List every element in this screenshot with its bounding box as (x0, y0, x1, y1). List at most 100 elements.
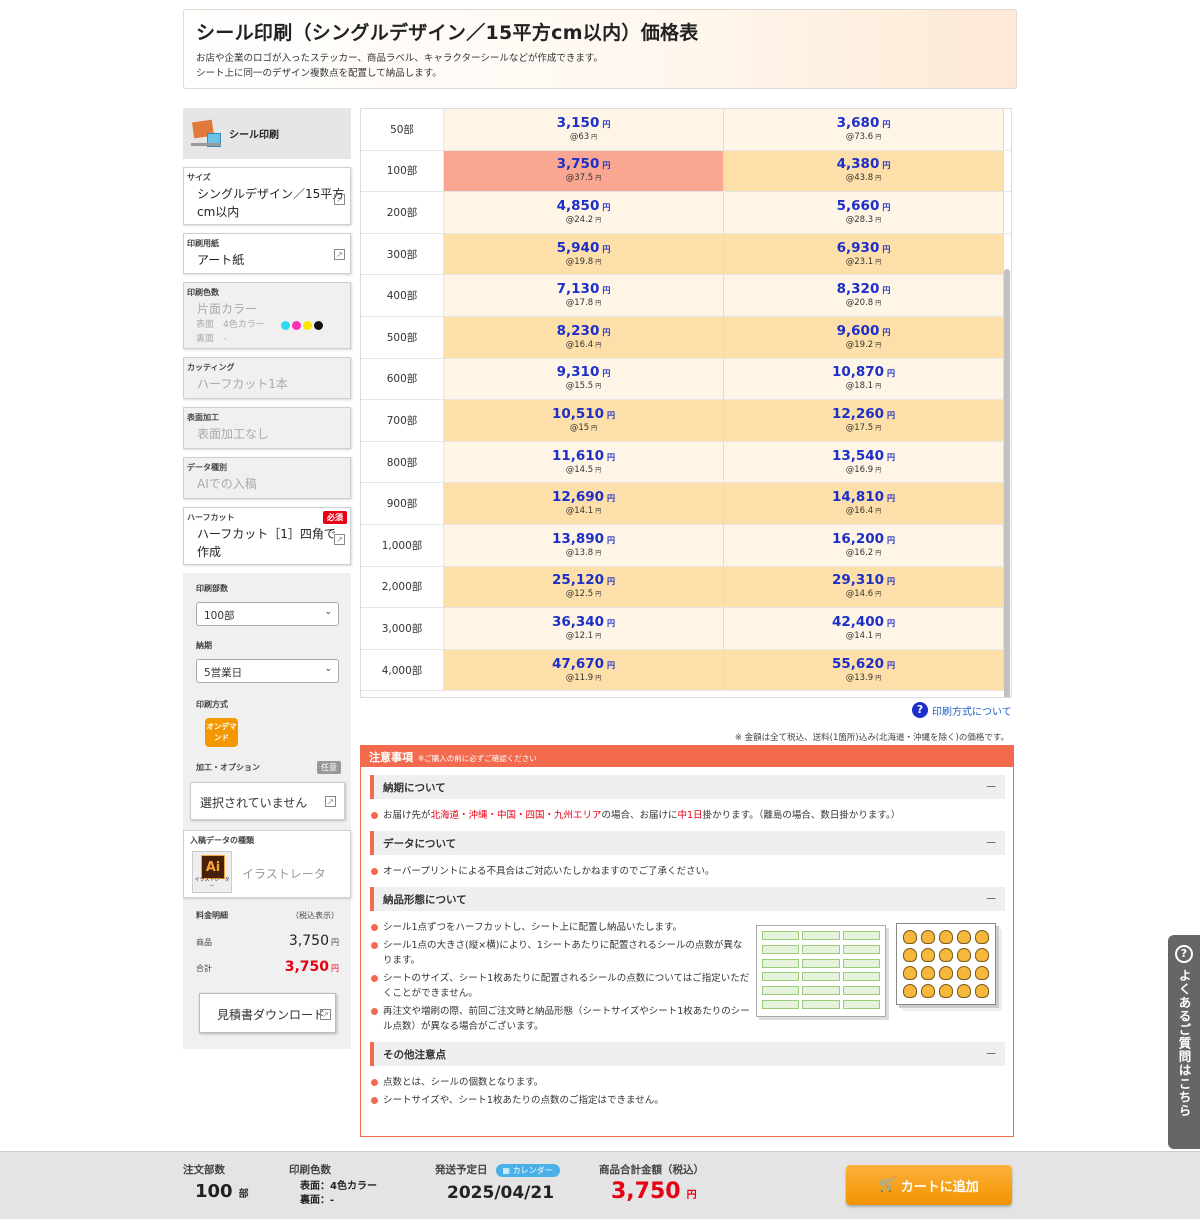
external-link-icon: ↗ (325, 796, 336, 807)
faq-side-tab[interactable]: ? よくあるご質問はこちら (1168, 935, 1200, 1149)
order-settings-panel: 印刷部数 100部 ⌄ 納期 5営業日 ⌄ 印刷方式 オンデマンド 加工・オプシ… (183, 573, 351, 1049)
price-cell-option[interactable]: 12,260 円 @17.5 円 (724, 400, 1004, 441)
page-title: シール印刷（シングルデザイン／15平方cm以内）価格表 (196, 22, 699, 44)
price-value: 7,130 円 (556, 281, 611, 298)
external-link-icon: ↗ (320, 1009, 331, 1020)
yen-unit: 円 (331, 964, 339, 973)
product-title: シール印刷 (229, 130, 279, 141)
price-cell-option[interactable]: 55,620 円 @13.9 円 (724, 649, 1004, 691)
unit-price: @18.1 円 (845, 381, 882, 392)
unit-price: @23.1 円 (845, 256, 882, 267)
unit-price: @37.5 円 (565, 173, 602, 184)
character-sticker (903, 930, 917, 944)
price-cell-option[interactable]: 3,680 円 @73.6 円 (724, 109, 1004, 150)
price-value: 3,150 円 (556, 114, 611, 131)
price-cell-color[interactable]: 9,310 円 @15.5 円 (444, 358, 724, 400)
unit-price: @11.9 円 (565, 672, 602, 683)
price-cell-option[interactable]: 16,200 円 @16.2 円 (724, 524, 1004, 566)
price-cell-option[interactable]: 29,310 円 @14.6 円 (724, 566, 1004, 608)
price-cell-color[interactable]: 36,340 円 @12.1 円 (444, 608, 724, 649)
price-value: 4,850 円 (556, 197, 611, 214)
section-toggle-delivery-form[interactable]: 納品形態について － (370, 887, 1005, 911)
unit-price: @14.5 円 (565, 464, 602, 475)
item-price: 3,750 (288, 933, 329, 949)
collapse-icon: － (984, 780, 997, 794)
price-cell-option[interactable]: 6,930 円 @23.1 円 (724, 233, 1004, 275)
section-toggle-other[interactable]: その他注意点 － (370, 1042, 1005, 1066)
table-scrollbar[interactable] (1004, 269, 1010, 697)
processing-option-button[interactable]: 選択されていません ↗ (190, 782, 345, 820)
quote-download-button[interactable]: 見積書ダウンロード ↗ (199, 993, 336, 1033)
cmyk-dots-icon (280, 320, 323, 330)
external-link-icon: ↗ (334, 534, 345, 545)
character-sticker (975, 984, 989, 998)
color-caption: 印刷色数 (187, 288, 219, 297)
price-cell-color[interactable]: 7,130 円 @17.8 円 (444, 275, 724, 316)
price-cell-color[interactable]: 4,850 円 @24.2 円 (444, 192, 724, 233)
character-sticker (975, 966, 989, 980)
add-to-cart-button[interactable]: 🛒 カートに追加 (846, 1165, 1012, 1205)
calendar-button[interactable]: ▦ カレンダー (495, 1164, 560, 1177)
unit-price: @24.2 円 (565, 214, 602, 225)
price-cell-color[interactable]: 8,230 円 @16.4 円 (444, 316, 724, 358)
price-cell-option[interactable]: 9,600 円 @19.2 円 (724, 316, 1004, 358)
price-cell-color[interactable]: 10,510 円 @15 円 (444, 400, 724, 441)
label-sticker (762, 972, 800, 982)
collapse-icon: － (984, 836, 997, 850)
table-row: 2,000部 25,120 円 @12.5 円 29,310 円 @14.6 円 (361, 566, 1011, 609)
section-toggle-data[interactable]: データについて － (370, 831, 1005, 855)
price-cell-option[interactable]: 42,400 円 @14.1 円 (724, 608, 1004, 649)
label-sticker (802, 931, 840, 940)
price-cell-color[interactable]: 3,750 円 @37.5 円 (444, 150, 724, 192)
price-value: 9,600 円 (836, 322, 891, 339)
price-cell-option[interactable]: 10,870 円 @18.1 円 (724, 358, 1004, 400)
external-link-icon: ↗ (334, 194, 345, 205)
price-cell-color[interactable]: 47,670 円 @11.9 円 (444, 649, 724, 691)
size-value: シングルデザイン／15平方cm以内 (197, 187, 345, 219)
footer-total-label: 商品合計金額（税込） (599, 1164, 704, 1176)
price-value: 11,610 円 (551, 447, 616, 464)
paper-caption: 印刷用紙 (187, 239, 219, 248)
price-value: 36,340 円 (551, 613, 616, 630)
qty-cell: 2,000部 (361, 566, 444, 608)
character-sticker (903, 948, 917, 962)
list-item: 点数とは、シールの個数となります。 (370, 1075, 1005, 1090)
due-caption: 納期 (196, 641, 212, 650)
price-cell-color[interactable]: 3,150 円 @63 円 (444, 109, 724, 150)
option-paper[interactable]: 印刷用紙 アート紙 ↗ (183, 233, 351, 274)
table-row: 400部 7,130 円 @17.8 円 8,320 円 @20.8 円 (361, 275, 1011, 317)
table-row: 200部 4,850 円 @24.2 円 5,660 円 @28.3 円 (361, 192, 1011, 234)
price-cell-color[interactable]: 13,890 円 @13.8 円 (444, 524, 724, 566)
price-cell-color[interactable]: 25,120 円 @12.5 円 (444, 566, 724, 608)
price-cell-color[interactable]: 12,690 円 @14.1 円 (444, 483, 724, 524)
section-toggle-delivery[interactable]: 納期について － (370, 775, 1005, 799)
due-select[interactable]: 5営業日 ⌄ (196, 659, 339, 683)
price-cell-color[interactable]: 5,940 円 @19.8 円 (444, 233, 724, 275)
notes-section-data: データについて － オーバープリントによる不具合はご対応いたしかねますのでご了承… (370, 831, 1005, 879)
table-row: 1,000部 13,890 円 @13.8 円 16,200 円 @16.2 円 (361, 524, 1011, 567)
cutting-caption: カッティング (187, 363, 235, 372)
print-method-help-link[interactable]: ? 印刷方式について (912, 702, 1012, 718)
halfcut-value: ハーフカット［1］四角で作成 (197, 527, 336, 559)
price-value: 12,260 円 (831, 405, 896, 422)
price-cell-option[interactable]: 4,380 円 @43.8 円 (724, 150, 1004, 192)
price-cell-color[interactable]: 11,610 円 @14.5 円 (444, 441, 724, 483)
footer-ship-date: 発送予定日 ▦ カレンダー 2025/04/21 (435, 1162, 560, 1203)
option-value: 選択されていません (200, 796, 308, 810)
size-caption: サイズ (187, 173, 211, 182)
option-halfcut[interactable]: ハーフカット 必須 ハーフカット［1］四角で作成 ↗ (183, 507, 351, 565)
option-print-color: 印刷色数 片面カラー 表面 4色カラー 裏面 - (183, 282, 351, 349)
unit-price: @19.8 円 (565, 256, 602, 267)
footer-qty-unit: 部 (238, 1189, 249, 1200)
price-value: 47,670 円 (551, 655, 616, 672)
price-cell-option[interactable]: 5,660 円 @28.3 円 (724, 192, 1004, 233)
qty-cell: 50部 (361, 109, 444, 150)
option-size[interactable]: サイズ シングルデザイン／15平方cm以内 ↗ (183, 167, 351, 225)
price-cell-option[interactable]: 8,320 円 @20.8 円 (724, 275, 1004, 316)
price-cell-option[interactable]: 13,540 円 @16.9 円 (724, 441, 1004, 483)
price-cell-option[interactable]: 14,810 円 @16.4 円 (724, 483, 1004, 524)
quantity-select[interactable]: 100部 ⌄ (196, 602, 339, 626)
data-kind-block[interactable]: 入稿データの種類 Ai イラストレーター イラストレータ (183, 830, 351, 898)
footer-qty: 注文部数 100 部 (183, 1162, 249, 1202)
surface-value: 表面加工なし (197, 427, 270, 441)
